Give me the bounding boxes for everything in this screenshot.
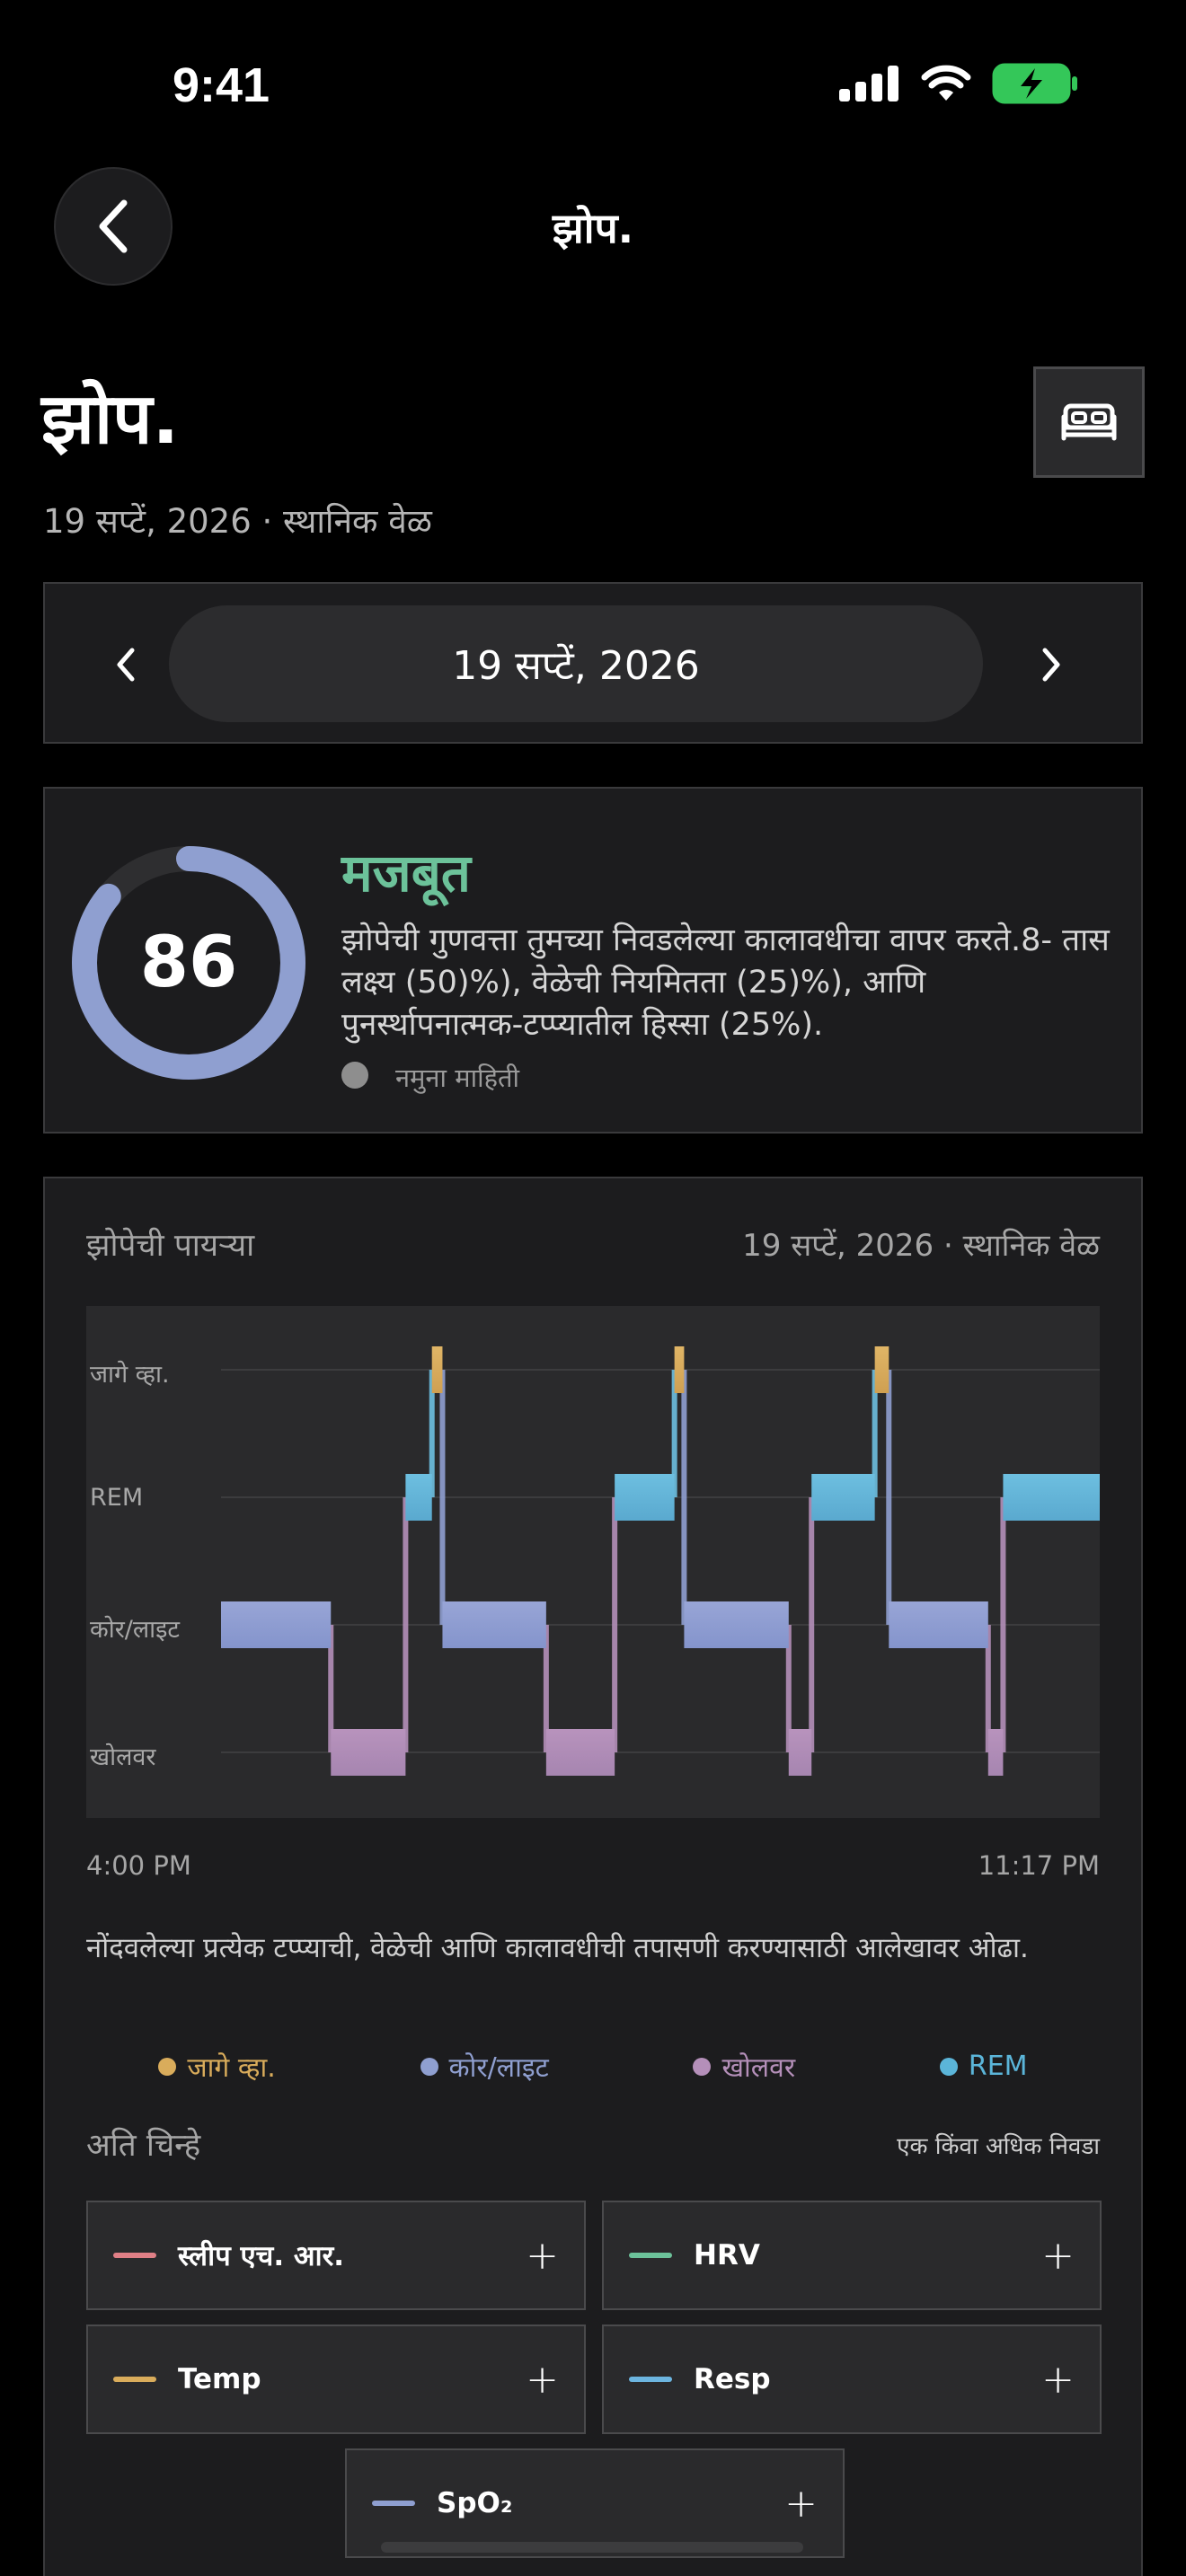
overlay-label: SpO₂ <box>437 2487 513 2519</box>
overlay-swatch <box>629 2253 672 2258</box>
sleep-score-card: 86 मजबूत झोपेची गुणवत्ता तुमच्या निवडलेल… <box>43 787 1143 1134</box>
hypnogram-svg[interactable] <box>86 1306 1100 1818</box>
home-indicator <box>381 2542 803 2553</box>
date-display[interactable]: 19 सप्टें, 2026 <box>169 605 983 722</box>
stage-segment <box>405 1474 432 1521</box>
stage-segment <box>788 1729 812 1776</box>
overlay-swatch <box>113 2377 156 2382</box>
stage-segment <box>221 1601 332 1648</box>
stage-segment <box>674 1346 685 1393</box>
overlay-label: HRV <box>694 2239 760 2272</box>
legend-item-deep: खोलवर <box>693 2048 795 2085</box>
stage-segment <box>987 1729 1004 1776</box>
stage-transition <box>809 1497 815 1752</box>
overlay-swatch <box>629 2377 672 2382</box>
overlay-swatch <box>113 2253 156 2258</box>
legend-dot <box>693 2057 712 2076</box>
sample-data-label: नमुना माहिती <box>395 1063 520 1093</box>
signal-icon <box>839 66 898 101</box>
stage-transition <box>439 1370 446 1625</box>
page-title: झोप. <box>41 379 180 460</box>
legend-dot <box>939 2057 958 2076</box>
wifi-icon <box>921 65 971 101</box>
y-label-core: कोर/लाइट <box>90 1616 181 1644</box>
status-time: 9:41 <box>173 58 270 112</box>
stage-transition <box>681 1370 687 1625</box>
legend-label: कोर/लाइट <box>448 2052 549 2084</box>
page-subtitle: 19 सप्टें, 2026 · स्थानिक वेळ <box>43 502 432 541</box>
overlay-label: Resp <box>694 2363 771 2395</box>
battery-icon <box>992 63 1077 104</box>
score-label: मजबूत <box>341 842 471 904</box>
legend-label: खोलवर <box>721 2052 796 2084</box>
stage-transition <box>1000 1497 1006 1752</box>
stage-transition <box>886 1370 892 1625</box>
overlay-label: Temp <box>178 2363 261 2395</box>
stage-segment <box>545 1729 615 1776</box>
overlay-sleep-hr-button[interactable]: स्लीप एच. आर. + <box>86 2201 586 2310</box>
legend-item-core: कोर/लाइट <box>420 2048 549 2085</box>
stage-transition <box>403 1497 409 1752</box>
stage-segment <box>331 1729 406 1776</box>
chevron-left-icon <box>117 648 135 682</box>
overlays-title: अति चिन्हे <box>86 2128 201 2164</box>
status-icons <box>839 63 1078 104</box>
hypnogram-chart[interactable]: जागे व्हा. REM कोर/लाइट खोलवर <box>86 1306 1100 1818</box>
nav-title: झोप. <box>552 204 634 252</box>
legend-label: जागे व्हा. <box>187 2052 276 2084</box>
stages-title: झोपेची पायऱ्या <box>86 1228 255 1264</box>
previous-day-button[interactable] <box>90 629 162 701</box>
legend-label: REM <box>968 2051 1028 2082</box>
y-label-rem: REM <box>90 1484 144 1512</box>
stage-transition <box>612 1497 618 1752</box>
legend-dot <box>158 2057 177 2076</box>
score-description: झोपेची गुणवत्ता तुमच्या निवडलेल्या कालाव… <box>341 922 1110 1043</box>
stage-segment <box>811 1474 875 1521</box>
stage-segment <box>1003 1474 1100 1521</box>
y-label-deep: खोलवर <box>90 1743 156 1771</box>
overlay-resp-button[interactable]: Resp + <box>602 2325 1102 2434</box>
chart-hint: नोंदवलेल्या प्रत्येक टप्प्याची, वेळेची आ… <box>86 1932 1029 1964</box>
overlay-temp-button[interactable]: Temp + <box>86 2325 586 2434</box>
plus-icon: + <box>784 2480 818 2527</box>
chevron-right-icon <box>1042 648 1060 682</box>
legend-dot <box>420 2057 438 2076</box>
stage-segment <box>615 1474 675 1521</box>
legend-item-awake: जागे व्हा. <box>158 2048 276 2085</box>
bed-button[interactable] <box>1033 366 1145 478</box>
stage-segment <box>889 1601 988 1648</box>
time-start: 4:00 PM <box>86 1850 191 1881</box>
stage-segment <box>442 1601 546 1648</box>
overlays-hint: एक किंवा अधिक निवडा <box>897 2133 1100 2160</box>
y-label-awake: जागे व्हा. <box>90 1361 170 1389</box>
stage-legend: जागे व्हा. कोर/लाइट खोलवर REM <box>86 2048 1100 2085</box>
legend-item-rem: REM <box>939 2048 1028 2085</box>
stage-segment <box>684 1601 789 1648</box>
score-value: 86 <box>139 922 238 1003</box>
plus-icon: + <box>526 2356 559 2403</box>
plus-icon: + <box>1041 2356 1075 2403</box>
sleep-stages-card: झोपेची पायऱ्या 19 सप्टें, 2026 · स्थानिक… <box>43 1177 1143 2576</box>
sample-data-dot <box>341 1062 368 1089</box>
bed-icon <box>1061 403 1117 441</box>
plus-icon: + <box>526 2232 559 2279</box>
stage-segment <box>874 1346 890 1393</box>
time-end: 11:17 PM <box>978 1850 1100 1881</box>
overlay-label: स्लीप एच. आर. <box>178 2240 345 2272</box>
stage-segment <box>431 1346 443 1393</box>
date-picker: 19 सप्टें, 2026 <box>43 582 1143 744</box>
stages-date: 19 सप्टें, 2026 · स्थानिक वेळ <box>742 1228 1100 1264</box>
overlay-swatch <box>372 2501 415 2506</box>
next-day-button[interactable] <box>1015 629 1087 701</box>
overlay-hrv-button[interactable]: HRV + <box>602 2201 1102 2310</box>
plus-icon: + <box>1041 2232 1075 2279</box>
